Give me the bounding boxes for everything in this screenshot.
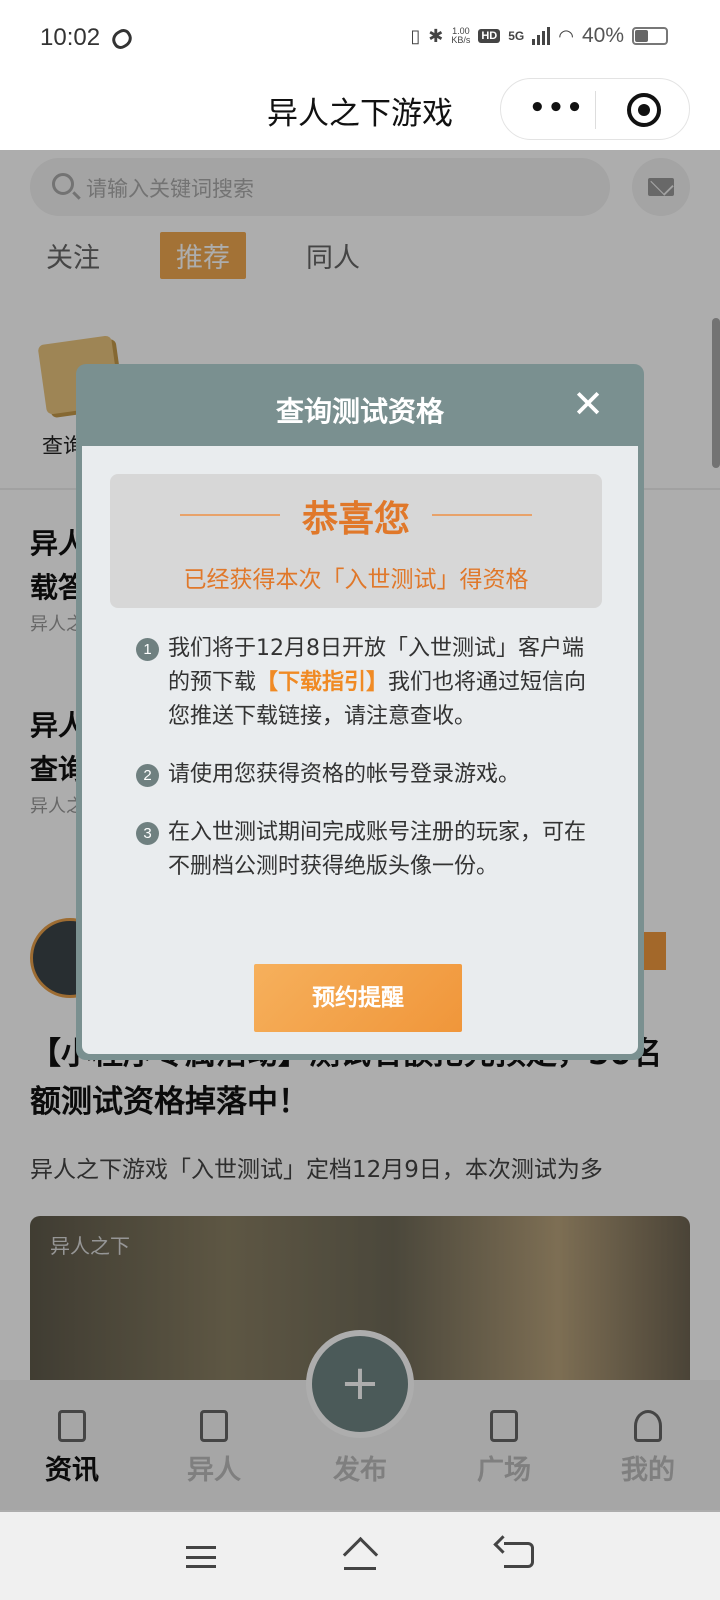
net-speed-unit: KB/s — [451, 35, 471, 45]
system-nav-bar — [0, 1512, 720, 1600]
app-notification-icon — [108, 26, 136, 52]
menu-icon[interactable] — [186, 1546, 216, 1568]
status-icons: ▯ ✱ 1.00 KB/s HD 5G ◠ 40% — [410, 24, 668, 48]
step-number: 2 — [136, 764, 159, 787]
more-button[interactable]: ••• — [529, 93, 585, 123]
mini-program-header: 异人之下游戏 ••• — [0, 78, 720, 150]
step-number: 1 — [136, 638, 159, 661]
wifi-icon: ◠ — [558, 25, 574, 46]
reminder-button[interactable]: 预约提醒 — [254, 964, 462, 1032]
download-guide-link[interactable]: 【下载指引】 — [256, 670, 388, 695]
close-icon[interactable]: ✕ — [572, 382, 604, 426]
congrats-subtitle: 已经获得本次「入世测试」得资格 — [183, 567, 529, 593]
step-text: 请使用您获得资格的帐号登录游戏。 — [168, 762, 521, 787]
battery-icon — [632, 27, 668, 45]
step-item: 2 请使用您获得资格的帐号登录游戏。 — [136, 758, 596, 792]
congrats-banner: 恭喜您 已经获得本次「入世测试」得资格 — [110, 474, 602, 608]
status-time: 10:02 — [40, 24, 101, 51]
close-target-button[interactable] — [627, 93, 661, 127]
qualification-modal: 查询测试资格 ✕ 恭喜您 已经获得本次「入世测试」得资格 1 我们将于12月8日… — [76, 364, 644, 1060]
modal-body: 恭喜您 已经获得本次「入世测试」得资格 1 我们将于12月8日开放「入世测试」客… — [82, 446, 638, 1054]
step-number: 3 — [136, 822, 159, 845]
signal-icon — [532, 27, 551, 45]
battery-percent: 40% — [581, 24, 624, 47]
step-item: 1 我们将于12月8日开放「入世测试」客户端的预下载【下载指引】我们也将通过短信… — [136, 632, 596, 734]
congrats-title: 恭喜您 — [301, 499, 410, 540]
capsule-menu: ••• — [500, 78, 690, 140]
bluetooth-icon: ✱ — [428, 25, 444, 46]
status-bar: 10:02 ▯ ✱ 1.00 KB/s HD 5G ◠ 40% — [0, 0, 720, 78]
network-type: 5G — [508, 29, 525, 43]
step-item: 3 在入世测试期间完成账号注册的玩家，可在不删档公测时获得绝版头像一份。 — [136, 816, 596, 884]
scrollbar[interactable] — [712, 318, 720, 468]
modal-title: 查询测试资格 — [275, 395, 444, 428]
home-icon[interactable] — [344, 1540, 376, 1570]
vibrate-icon: ▯ — [410, 25, 421, 46]
capsule-divider — [595, 91, 596, 129]
decor-line — [432, 514, 532, 516]
step-text: 在入世测试期间完成账号注册的玩家，可在不删档公测时获得绝版头像一份。 — [168, 820, 587, 879]
hd-badge: HD — [478, 29, 501, 43]
net-speed: 1.00 KB/s — [451, 27, 470, 45]
back-icon[interactable] — [504, 1542, 534, 1568]
steps-list: 1 我们将于12月8日开放「入世测试」客户端的预下载【下载指引】我们也将通过短信… — [136, 632, 596, 908]
